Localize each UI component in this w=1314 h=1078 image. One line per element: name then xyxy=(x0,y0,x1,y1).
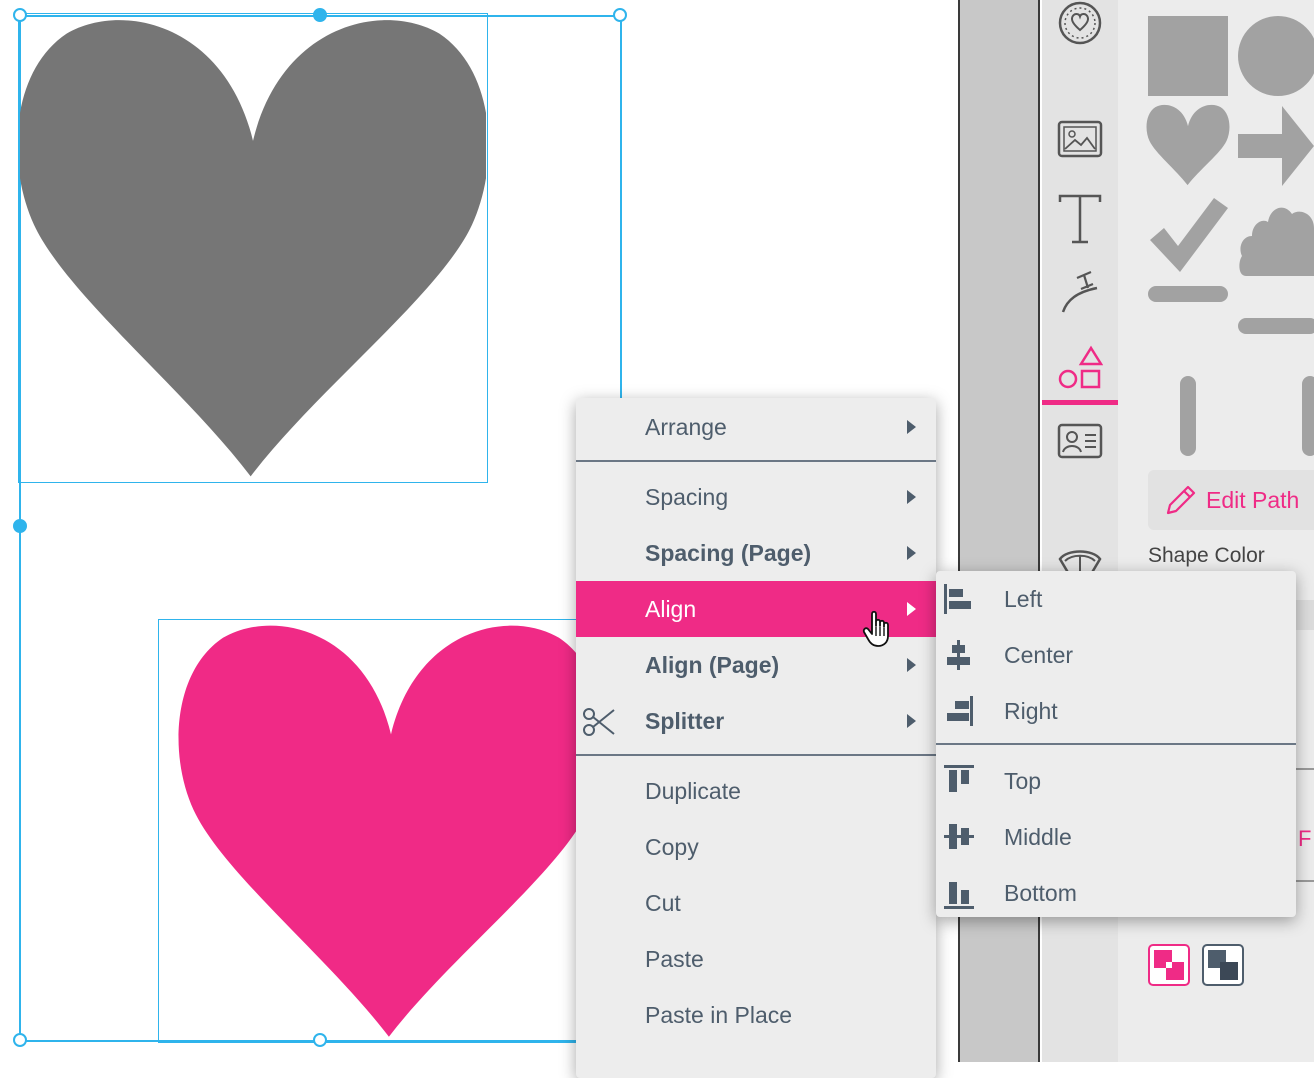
align-top-icon xyxy=(944,765,974,792)
menu-separator xyxy=(576,460,936,462)
pencil-icon xyxy=(1166,485,1196,515)
edit-path-button[interactable]: Edit Path xyxy=(1148,470,1314,530)
submenu-item-middle[interactable]: Middle xyxy=(936,809,1296,865)
align-bottom-icon xyxy=(944,882,974,909)
panel-fill-partial-text: F xyxy=(1298,826,1312,851)
menu-item-label: Align (Page) xyxy=(645,651,780,678)
menu-separator xyxy=(576,754,936,756)
menu-item-label: Spacing (Page) xyxy=(645,539,812,566)
submenu-arrow-icon xyxy=(907,714,916,728)
menu-item-label: Duplicate xyxy=(645,777,741,804)
heart-badge-icon[interactable] xyxy=(1042,0,1118,54)
submenu-arrow-icon xyxy=(907,546,916,560)
circle-shape-icon[interactable] xyxy=(1238,16,1314,96)
context-menu: Arrange Spacing Spacing (Page) Align Ali… xyxy=(576,398,936,1078)
resize-handle-bottom-left[interactable] xyxy=(13,1033,27,1047)
submenu-arrow-icon xyxy=(907,602,916,616)
submenu-item-label: Left xyxy=(1004,585,1043,612)
image-icon[interactable] xyxy=(1042,108,1118,170)
contact-card-icon[interactable] xyxy=(1042,410,1118,472)
gray-heart-shape[interactable] xyxy=(20,14,486,482)
submenu-item-label: Top xyxy=(1004,767,1042,794)
menu-item-label: Paste in Place xyxy=(645,1001,793,1028)
align-left-icon xyxy=(944,584,971,614)
submenu-item-label: Center xyxy=(1004,641,1074,668)
submenu-arrow-icon xyxy=(907,420,916,434)
submenu-item-left[interactable]: Left xyxy=(936,571,1296,627)
vertical-bar-icon-2[interactable] xyxy=(1302,376,1314,456)
menu-item-paste[interactable]: Paste xyxy=(576,931,936,987)
menu-item-spacing-page[interactable]: Spacing (Page) xyxy=(576,525,936,581)
heart-shape-icon[interactable] xyxy=(1146,104,1230,186)
align-middle-icon xyxy=(944,824,974,849)
shape-color-label: Shape Color xyxy=(1148,544,1265,567)
menu-item-label: Align xyxy=(645,595,697,622)
check-shape-icon[interactable] xyxy=(1148,196,1228,274)
resize-handle-left-middle[interactable] xyxy=(13,519,27,533)
submenu-separator xyxy=(936,743,1296,745)
menu-item-label: Paste xyxy=(645,945,704,972)
menu-item-cut[interactable]: Cut xyxy=(576,875,936,931)
submenu-item-label: Bottom xyxy=(1004,879,1077,906)
menu-item-label: Arrange xyxy=(645,413,727,440)
submenu-item-bottom[interactable]: Bottom xyxy=(936,865,1296,921)
menu-item-label: Cut xyxy=(645,889,681,916)
submenu-item-top[interactable]: Top xyxy=(936,753,1296,809)
square-shape-icon[interactable] xyxy=(1148,16,1228,96)
menu-item-copy[interactable]: Copy xyxy=(576,819,936,875)
text-icon[interactable] xyxy=(1042,188,1118,250)
menu-item-arrange[interactable]: Arrange xyxy=(576,399,936,455)
hand-pointer-cursor-icon xyxy=(862,610,889,647)
submenu-item-label: Middle xyxy=(1004,823,1072,850)
horizontal-bar-icon-2[interactable] xyxy=(1238,318,1314,334)
arrow-shape-icon[interactable] xyxy=(1238,106,1314,186)
path-text-icon[interactable] xyxy=(1042,260,1118,322)
submenu-arrow-icon xyxy=(907,490,916,504)
menu-item-spacing[interactable]: Spacing xyxy=(576,469,936,525)
resize-handle-top-left[interactable] xyxy=(13,8,27,22)
horizontal-bar-icon[interactable] xyxy=(1148,286,1228,302)
active-tool-indicator xyxy=(1042,400,1118,405)
cloud-shape-icon[interactable] xyxy=(1238,196,1314,276)
scissors-icon xyxy=(583,708,615,736)
menu-item-duplicate[interactable]: Duplicate xyxy=(576,763,936,819)
menu-item-paste-in-place[interactable]: Paste in Place xyxy=(576,987,936,1043)
vertical-bar-icon[interactable] xyxy=(1180,376,1196,456)
resize-handle-bottom-middle[interactable] xyxy=(313,1033,327,1047)
menu-item-label: Copy xyxy=(645,833,699,860)
submenu-item-label: Right xyxy=(1004,697,1058,724)
resize-handle-top-right[interactable] xyxy=(613,8,627,22)
fill-mode-overlap-swatch[interactable] xyxy=(1202,944,1244,986)
pink-heart-shape[interactable] xyxy=(160,621,622,1041)
align-submenu: Left Center Right Top Middle Bottom xyxy=(936,571,1296,917)
submenu-arrow-icon xyxy=(907,658,916,672)
submenu-item-center[interactable]: Center xyxy=(936,627,1296,683)
menu-item-label: Spacing xyxy=(645,483,729,510)
submenu-item-right[interactable]: Right xyxy=(936,683,1296,739)
rotate-handle-top[interactable] xyxy=(313,8,327,22)
align-right-icon xyxy=(947,696,973,726)
fill-mode-solid-swatch[interactable] xyxy=(1148,944,1190,986)
menu-item-label: Splitter xyxy=(645,707,725,734)
shapes-icon[interactable] xyxy=(1042,336,1118,398)
menu-item-splitter[interactable]: Splitter xyxy=(576,693,936,749)
align-center-icon xyxy=(947,640,970,670)
group-selection-right-edge xyxy=(620,15,622,400)
edit-path-label: Edit Path xyxy=(1206,486,1300,513)
